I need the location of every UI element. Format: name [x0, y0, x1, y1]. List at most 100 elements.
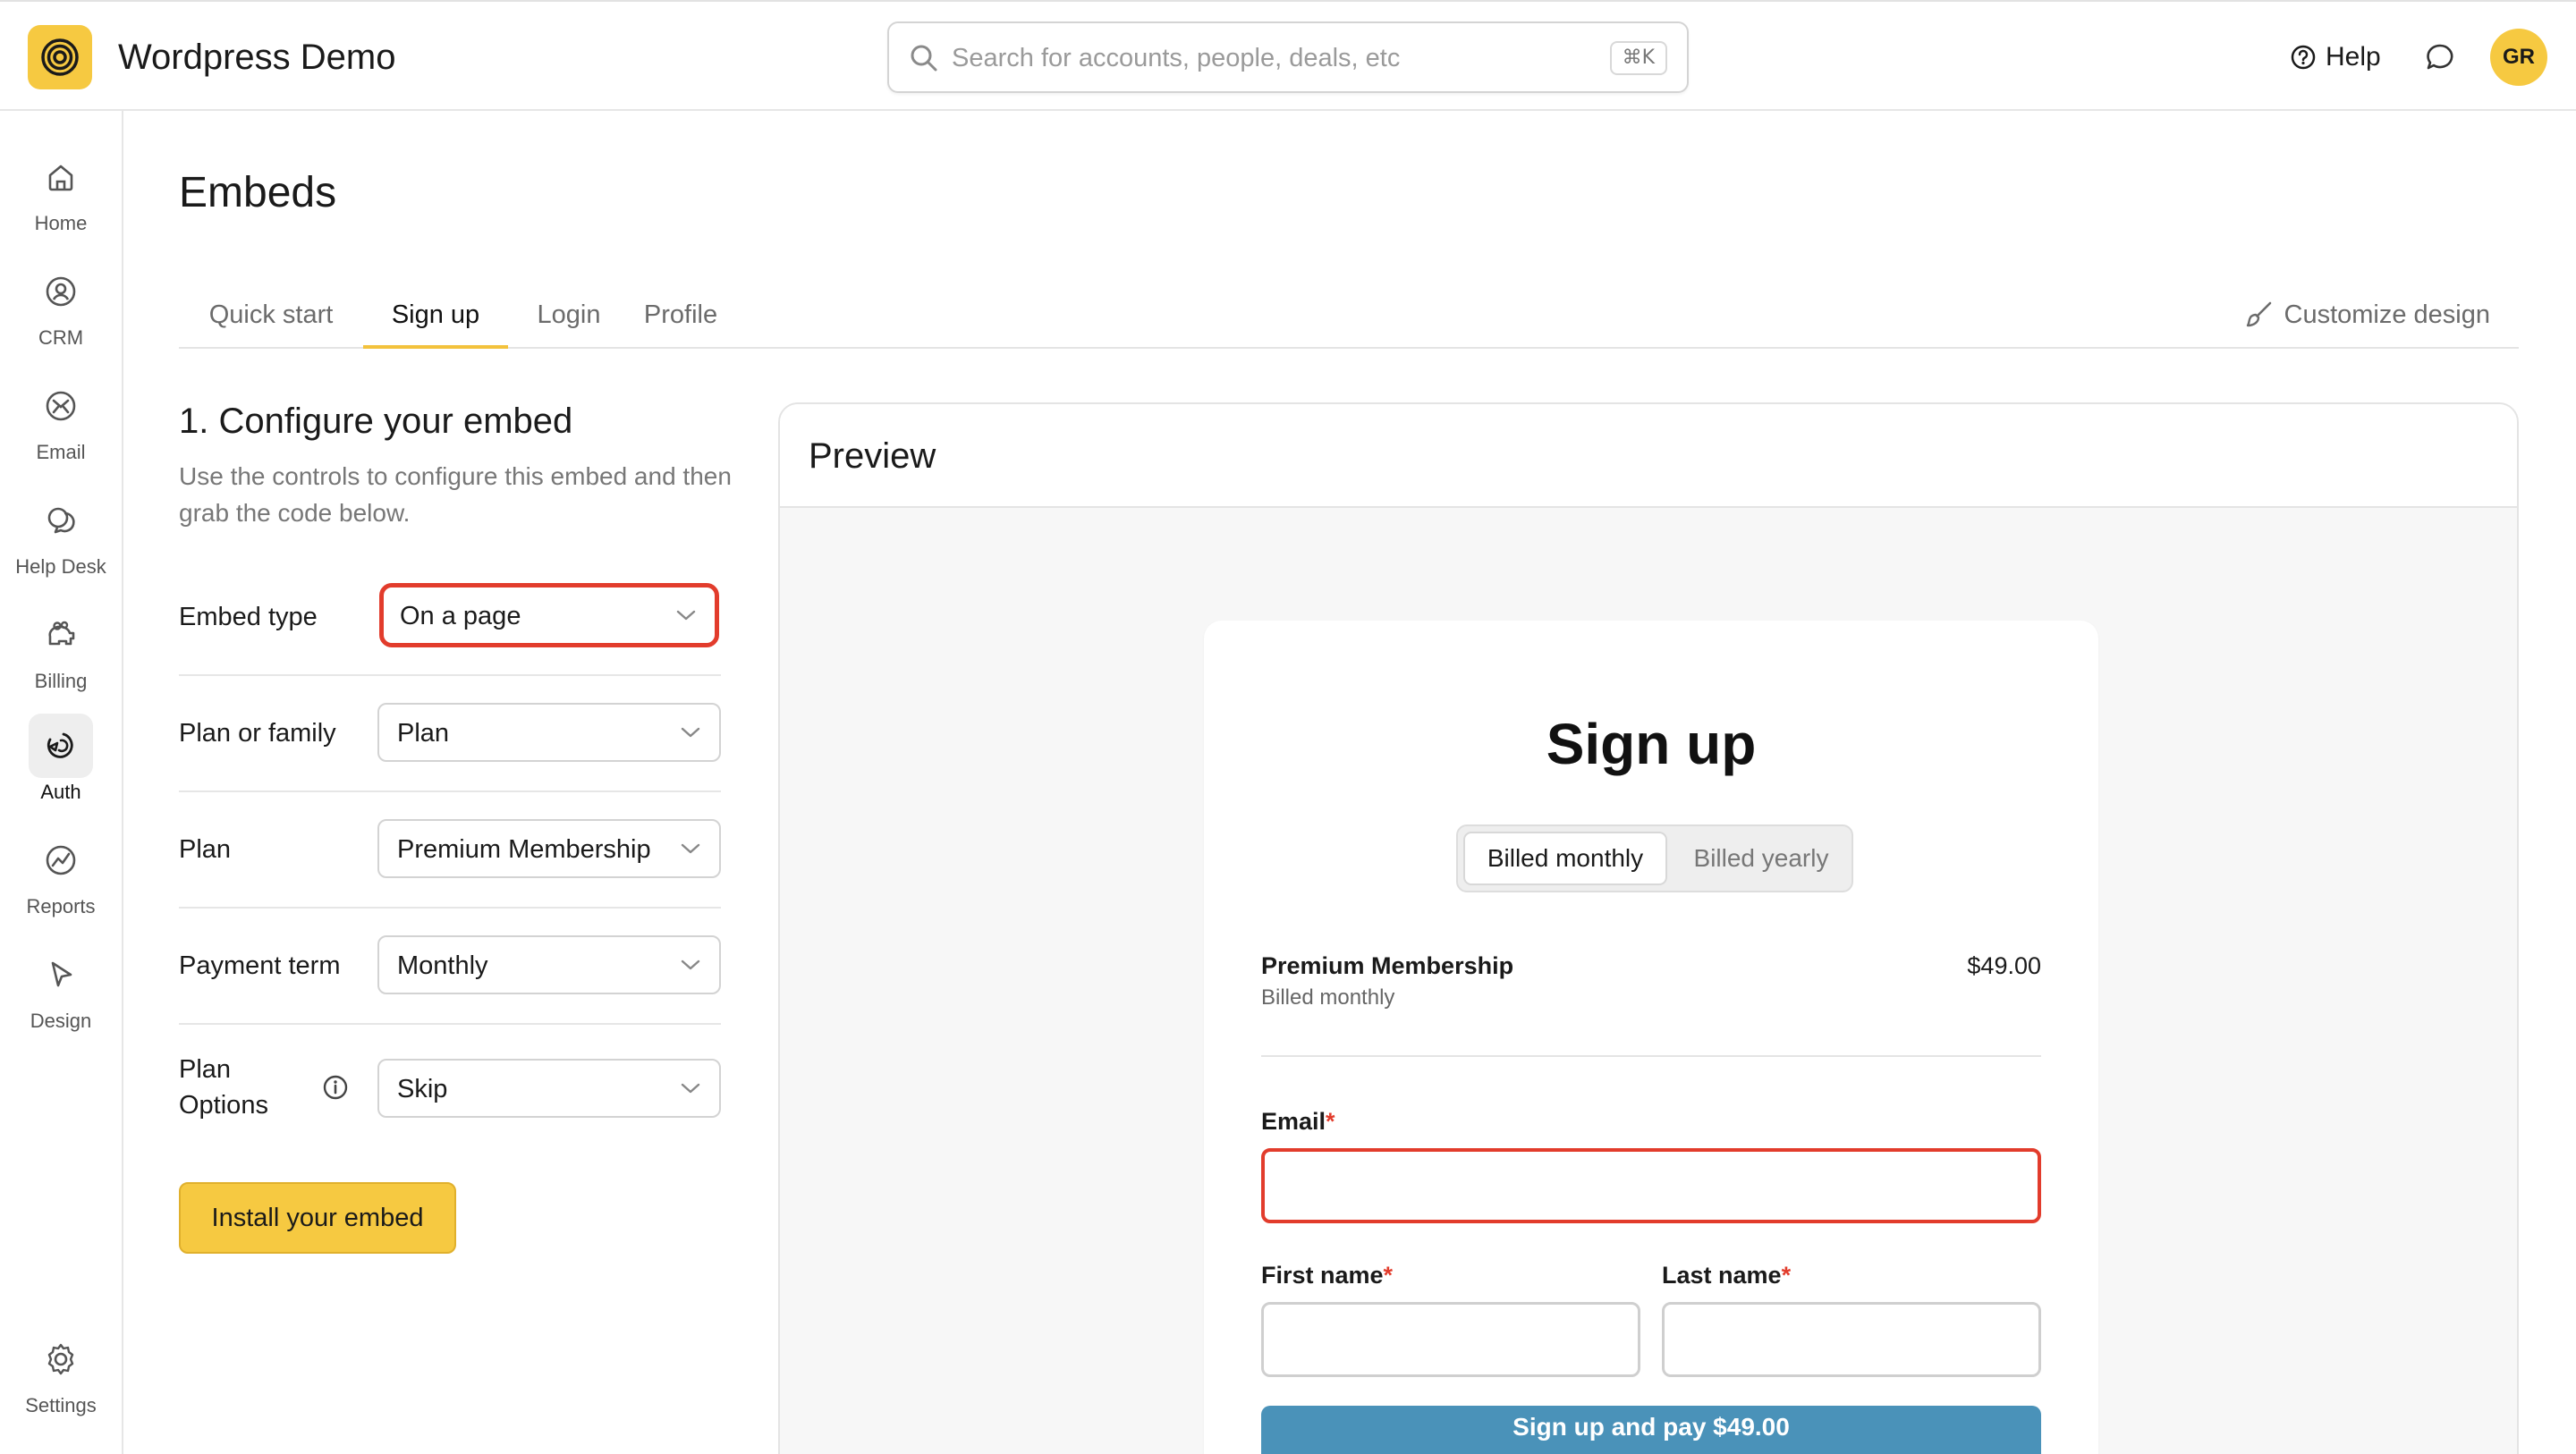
global-search[interactable]: Search for accounts, people, deals, etc … [887, 21, 1689, 93]
required-mark: * [1781, 1262, 1792, 1289]
signup-submit-button[interactable]: Sign up and pay $49.00 [1261, 1406, 2041, 1454]
plan-term: Billed monthly [1261, 985, 1395, 1010]
contact-icon [46, 276, 76, 307]
signup-title: Sign up [1546, 712, 1757, 776]
tab-sign-up[interactable]: Sign up [363, 297, 508, 349]
sidebar-item-label: CRM [38, 326, 84, 349]
first-name-label-text: First name [1261, 1262, 1384, 1289]
tab-quick-start[interactable]: Quick start [197, 297, 345, 349]
configure-description: Use the controls to configure this embed… [179, 462, 732, 527]
top-bar: Wordpress Demo Search for accounts, peop… [0, 0, 2576, 111]
plan-value: Premium Membership [397, 835, 651, 864]
plan-select[interactable]: Premium Membership [377, 819, 721, 878]
preview-title: Preview [809, 436, 936, 476]
chat-bubble-icon[interactable] [2424, 41, 2456, 73]
target-spiral-icon [41, 38, 79, 76]
sidebar-item-reports[interactable]: Reports [0, 828, 122, 926]
app-logo[interactable] [28, 25, 92, 89]
sidebar-item-label: Billing [34, 670, 88, 692]
chart-icon [46, 845, 76, 875]
sidebar-item-label: Help Desk [15, 555, 106, 578]
sidebar-item-label: Reports [26, 895, 96, 917]
sidebar-item-help-desk[interactable]: Help Desk [0, 488, 122, 587]
sidebar-item-home[interactable]: Home [0, 145, 122, 243]
embed-type-label: Embed type [179, 603, 318, 631]
sidebar-item-auth[interactable]: Auth [0, 714, 122, 812]
chat-bubbles-icon [47, 507, 75, 534]
embed-type-value: On a page [400, 602, 521, 630]
cursor-icon [51, 961, 72, 987]
sidebar-item-email[interactable]: Email [0, 374, 122, 472]
piggy-bank-icon [48, 621, 75, 646]
row-divider [179, 674, 721, 676]
search-icon [911, 45, 937, 72]
plan-price: $49.00 [1967, 952, 2041, 979]
payment-term-select[interactable]: Monthly [377, 935, 721, 994]
last-name-label-text: Last name [1662, 1262, 1782, 1289]
sidebar-item-label: Auth [40, 781, 81, 803]
page-title: Embeds [179, 169, 337, 216]
email-field[interactable] [1261, 1148, 2041, 1223]
plan-options-value: Skip [397, 1075, 448, 1103]
help-button[interactable]: Help [2290, 38, 2381, 77]
app-title: Wordpress Demo [118, 38, 396, 77]
sidebar-item-label: Settings [25, 1394, 97, 1416]
billing-period-toggle: Billed monthly Billed yearly [1456, 824, 1853, 892]
plan-label: Plan [179, 835, 232, 864]
first-name-label: First name* [1261, 1259, 1393, 1291]
email-label: Email* [1261, 1105, 1335, 1137]
sidebar-item-label: Design [30, 1010, 92, 1032]
sidebar-item-design[interactable]: Design [0, 943, 122, 1041]
plan-name: Premium Membership [1261, 952, 1514, 979]
auth-icon [47, 732, 73, 758]
customize-design-button[interactable]: Customize design [2243, 297, 2491, 333]
tab-bar: Quick start Sign up Login Profile Custom… [179, 286, 2519, 349]
user-avatar[interactable]: GR [2490, 29, 2547, 86]
email-label-text: Email [1261, 1108, 1326, 1135]
required-mark: * [1383, 1262, 1394, 1289]
last-name-label: Last name* [1662, 1259, 1791, 1291]
chevron-down-icon [681, 1083, 700, 1094]
info-icon[interactable] [322, 1074, 349, 1101]
mail-icon [46, 391, 76, 421]
preview-panel: Preview Sign up Billed monthly Billed ye… [778, 402, 2519, 1454]
customize-design-label: Customize design [2284, 300, 2491, 329]
search-shortcut-badge: ⌘K [1609, 41, 1667, 75]
plan-or-family-value: Plan [397, 719, 450, 748]
sidebar-item-label: Home [34, 212, 88, 234]
row-divider [179, 1023, 721, 1025]
embed-type-select[interactable]: On a page [379, 583, 719, 647]
billed-yearly-option[interactable]: Billed yearly [1676, 832, 1846, 885]
sidebar: Home CRM Email Help Desk Billing Auth Re… [0, 111, 123, 1454]
last-name-field[interactable] [1662, 1302, 2041, 1377]
sidebar-item-settings[interactable]: Settings [0, 1327, 122, 1425]
paintbrush-icon [2246, 301, 2271, 327]
billed-monthly-option[interactable]: Billed monthly [1463, 832, 1667, 885]
chevron-down-icon [681, 959, 700, 970]
configure-title: 1. Configure your embed [179, 402, 573, 441]
sidebar-item-billing[interactable]: Billing [0, 603, 122, 701]
payment-term-value: Monthly [397, 951, 488, 980]
search-input[interactable]: Search for accounts, people, deals, etc [952, 41, 1400, 75]
row-divider [179, 790, 721, 792]
tab-login[interactable]: Login [528, 297, 610, 349]
card-divider [1261, 1055, 2041, 1057]
gear-icon [47, 1343, 74, 1375]
plan-options-label: Plan Options [179, 1055, 268, 1120]
chevron-down-icon [681, 727, 700, 738]
payment-term-label: Payment term [179, 951, 341, 980]
first-name-field[interactable] [1261, 1302, 1640, 1377]
chevron-down-icon [681, 843, 700, 854]
chevron-down-icon [676, 610, 696, 621]
tab-profile[interactable]: Profile [631, 297, 730, 349]
preview-header: Preview [780, 404, 2517, 508]
install-embed-button[interactable]: Install your embed [179, 1182, 456, 1254]
home-icon [48, 165, 73, 191]
plan-or-family-label: Plan or family [179, 719, 336, 748]
sidebar-item-label: Email [36, 441, 86, 463]
signup-card: Sign up Billed monthly Billed yearly Pre… [1204, 621, 2098, 1454]
sidebar-item-crm[interactable]: CRM [0, 259, 122, 358]
help-label: Help [2326, 42, 2381, 72]
plan-or-family-select[interactable]: Plan [377, 703, 721, 762]
plan-options-select[interactable]: Skip [377, 1059, 721, 1118]
